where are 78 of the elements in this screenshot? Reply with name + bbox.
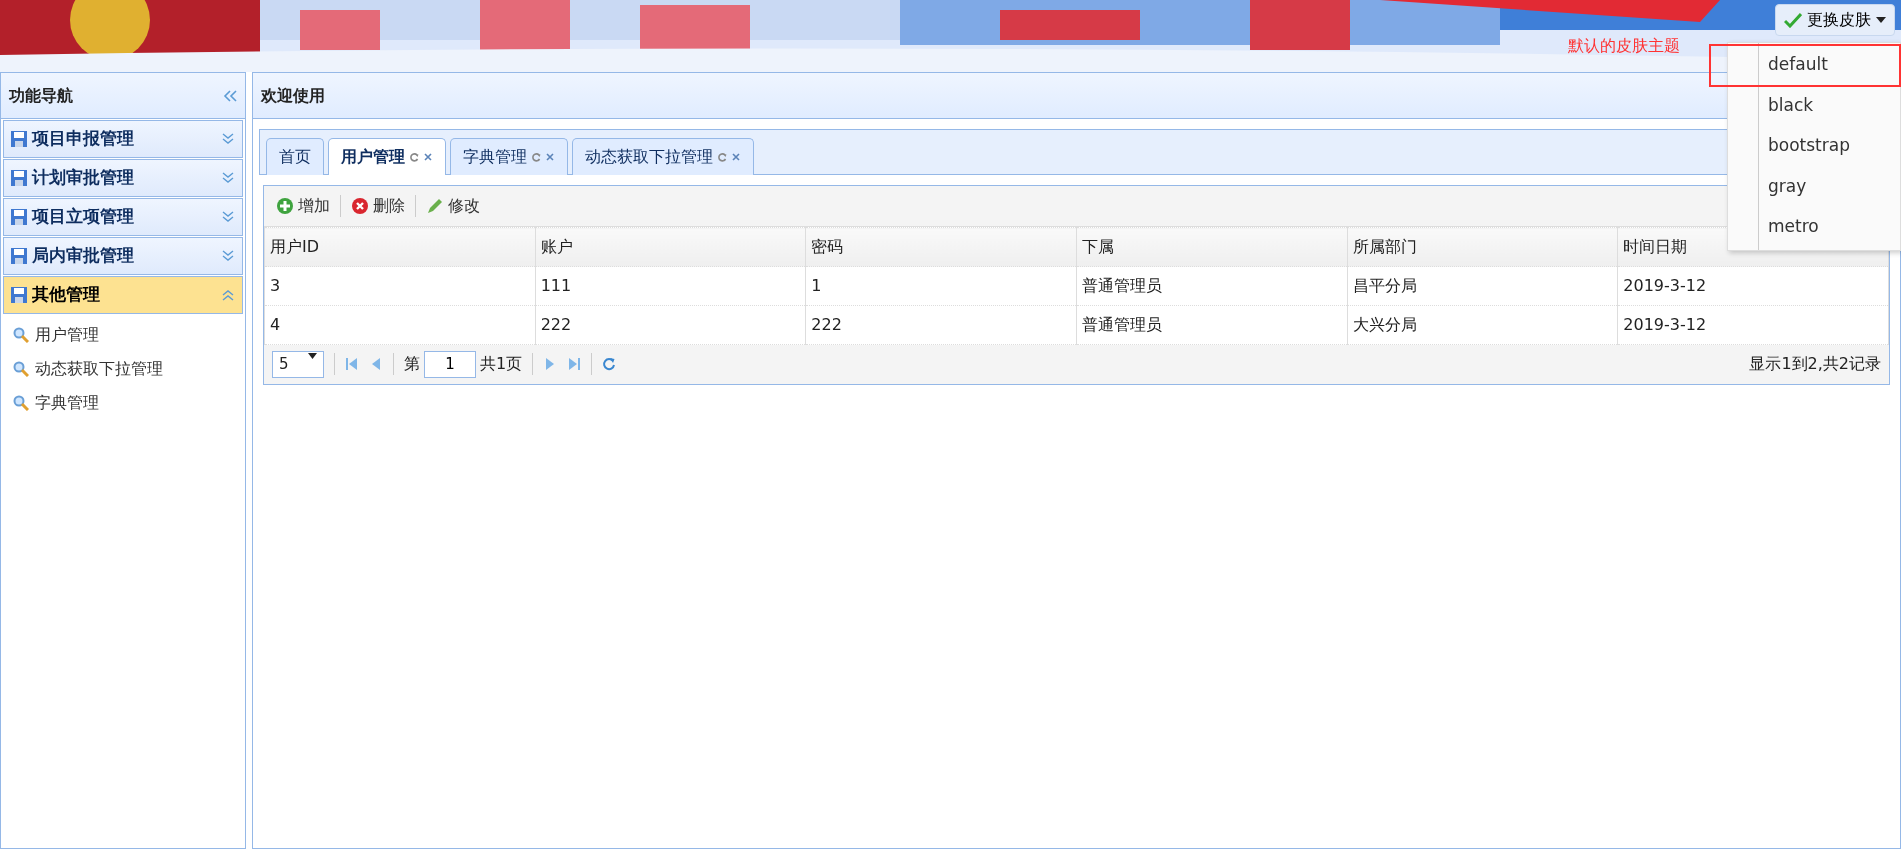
tab-label: 动态获取下拉管理 [585, 146, 713, 168]
annotation-text: 默认的皮肤主题 [1568, 35, 1680, 57]
section-title: 计划审批管理 [32, 166, 134, 190]
skin-button[interactable]: 更换皮肤 [1775, 4, 1895, 36]
table-cell: 普通管理员 [1076, 266, 1348, 306]
table-cell: 普通管理员 [1076, 305, 1348, 345]
search-icon [13, 327, 29, 343]
page-total: 共1页 [480, 353, 523, 376]
refresh-icon[interactable] [409, 152, 419, 162]
table-cell: 4 [264, 305, 536, 345]
toolbar-button[interactable]: 修改 [422, 192, 484, 220]
tab-label: 用户管理 [341, 146, 405, 168]
nav-link-item[interactable]: 动态获取下拉管理 [1, 352, 245, 386]
search-icon [13, 361, 29, 377]
column-header: 账户 [535, 227, 806, 267]
section-title: 项目申报管理 [32, 127, 134, 151]
chevrons-down-icon[interactable] [222, 133, 234, 145]
section-title: 项目立项管理 [32, 205, 134, 229]
menu-item[interactable]: black [1728, 85, 1900, 126]
page-size-select[interactable]: 5 [272, 351, 324, 378]
tab[interactable]: 用户管理 [328, 138, 446, 175]
tab[interactable]: 首页 [266, 138, 324, 175]
accordion-header[interactable]: 计划审批管理 [3, 159, 243, 197]
accordion-header[interactable]: 其他管理 [3, 276, 243, 314]
chevrons-down-icon[interactable] [222, 250, 234, 262]
refresh-icon[interactable] [717, 152, 727, 162]
pencil-icon [426, 197, 444, 215]
menu-item[interactable]: bootstrap [1728, 126, 1900, 167]
page-input[interactable]: 1 [424, 351, 476, 378]
column-header: 下属 [1076, 227, 1348, 267]
chevrons-up-icon[interactable] [222, 289, 234, 301]
toolbar-button[interactable]: 删除 [347, 192, 409, 220]
check-icon [1784, 12, 1802, 28]
search-icon [13, 395, 29, 411]
table-cell: 222 [535, 305, 806, 345]
section-title: 其他管理 [32, 283, 100, 307]
table-cell: 大兴分局 [1347, 305, 1618, 345]
column-header: 用户ID [264, 227, 536, 267]
last-page-icon[interactable] [567, 357, 582, 372]
table-cell: 111 [535, 266, 806, 306]
tab[interactable]: 字典管理 [450, 138, 568, 175]
pager-summary: 显示1到2,共2记录 [1749, 353, 1881, 376]
caret-icon [308, 353, 317, 359]
panel-title: 欢迎使用 [261, 84, 325, 107]
refresh-icon[interactable] [531, 152, 541, 162]
tab-label: 字典管理 [463, 146, 527, 168]
tab[interactable]: 动态获取下拉管理 [572, 138, 754, 175]
plus-icon [276, 197, 294, 215]
refresh-icon[interactable] [602, 357, 617, 372]
column-header: 密码 [805, 227, 1077, 267]
close-icon[interactable] [545, 152, 555, 162]
accordion-header[interactable]: 项目申报管理 [3, 120, 243, 158]
nav-link-item[interactable]: 字典管理 [1, 386, 245, 420]
first-page-icon[interactable] [345, 357, 359, 372]
table-cell: 昌平分局 [1347, 266, 1618, 306]
caret-icon [1876, 17, 1886, 23]
menu-item[interactable]: default [1710, 45, 1900, 86]
chevrons-down-icon[interactable] [222, 211, 234, 223]
close-icon[interactable] [731, 152, 741, 162]
section-title: 局内审批管理 [32, 244, 134, 268]
column-header: 所属部门 [1347, 227, 1618, 267]
collapse-icon[interactable] [223, 89, 237, 102]
nav-link-item[interactable]: 用户管理 [1, 318, 245, 352]
toolbar-button[interactable]: 增加 [272, 192, 334, 220]
panel-title: 功能导航 [9, 84, 73, 107]
table-cell: 3 [264, 266, 536, 306]
table-cell: 2019-3-12 [1617, 305, 1889, 345]
tab-label: 首页 [279, 146, 311, 168]
chevrons-down-icon[interactable] [222, 172, 234, 184]
accordion-header[interactable]: 项目立项管理 [3, 198, 243, 236]
table-cell: 222 [805, 305, 1077, 345]
menu-item[interactable]: gray [1728, 166, 1900, 207]
close-icon[interactable] [423, 152, 433, 162]
page-label: 第 [404, 353, 420, 376]
cancel-icon [351, 197, 369, 215]
table-cell: 1 [805, 266, 1077, 306]
table-cell: 2019-3-12 [1617, 266, 1889, 306]
accordion-header[interactable]: 局内审批管理 [3, 237, 243, 275]
